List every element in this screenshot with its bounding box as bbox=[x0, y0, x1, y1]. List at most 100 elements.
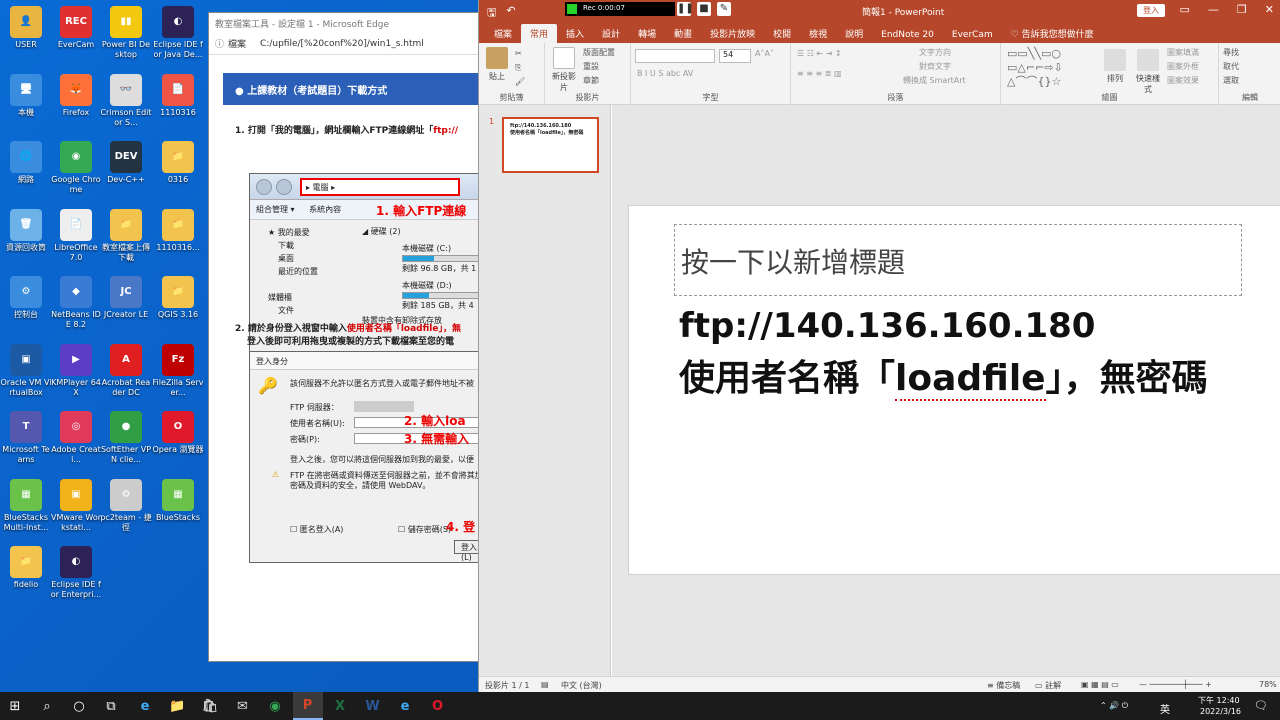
desktop-icon[interactable]: 📁 教室檔案上傳下載 bbox=[100, 208, 152, 263]
find-button[interactable]: 尋找 bbox=[1223, 47, 1239, 58]
desktop-icon[interactable]: ⚙ 控制台 bbox=[0, 276, 52, 320]
edge-address-bar[interactable]: ⓘ 檔案 C:/upfile/[%20conf%20]/win1_s.html bbox=[209, 33, 482, 55]
desktop-icon[interactable]: ● SoftEther VPN clie... bbox=[100, 411, 152, 465]
copy-icon[interactable]: ⎘ bbox=[515, 63, 521, 73]
taskbar-app-icon[interactable]: ✉ bbox=[228, 692, 258, 720]
align-icons[interactable]: ≡ ≡ ≡ ≣ ▥ bbox=[797, 69, 842, 78]
list-icons[interactable]: ☰ ☷ ⇤ ⇥ ↕ bbox=[797, 49, 842, 58]
ribbon-tab[interactable]: 校閱 bbox=[764, 24, 800, 43]
select-button[interactable]: 選取 bbox=[1223, 75, 1239, 86]
font-grow-icon[interactable]: A˄A˅ bbox=[755, 49, 774, 58]
zoom-slider[interactable]: — ───────┼─── + bbox=[1139, 680, 1212, 689]
undo-icon[interactable]: ↶ bbox=[506, 4, 515, 23]
clock-time[interactable]: 下午 12:40 bbox=[1198, 695, 1240, 706]
ribbon-tab[interactable]: 插入 bbox=[557, 24, 593, 43]
section-button[interactable]: 章節 bbox=[583, 75, 599, 86]
slide[interactable]: 按一下以新增標題 ftp://140.136.160.180 使用者名稱「loa… bbox=[628, 205, 1280, 575]
desktop-icon[interactable]: ▣ VMware Workstati... bbox=[50, 478, 102, 533]
format-painter-icon[interactable]: 🖌 bbox=[515, 77, 525, 86]
desktop-icon[interactable]: ⚙ pc2team - 捷徑 bbox=[100, 478, 152, 533]
login-button[interactable]: 登入 bbox=[1137, 4, 1165, 17]
replace-button[interactable]: 取代 bbox=[1223, 61, 1239, 72]
desktop-icon[interactable]: 🗑 資源回收筒 bbox=[0, 208, 52, 253]
desktop-icon[interactable]: ◆ NetBeans IDE 8.2 bbox=[50, 276, 102, 330]
spellcheck-icon[interactable]: ▤ bbox=[541, 680, 549, 689]
comments-button[interactable]: ▭ 註解 bbox=[1035, 680, 1061, 691]
desktop-icon[interactable]: O Opera 瀏覽器 bbox=[152, 411, 204, 455]
desktop-icon[interactable]: ◎ Adobe Creati... bbox=[50, 411, 102, 465]
desktop-icon[interactable]: 📁 QGIS 3.16 bbox=[152, 276, 204, 320]
ime-indicator[interactable]: 英 bbox=[1160, 701, 1170, 716]
system-tray[interactable]: ⌃ 🔊 ⏻ bbox=[1100, 701, 1128, 711]
ribbon-display-icon[interactable]: ▭ bbox=[1180, 3, 1190, 16]
desktop-icon[interactable]: ◐ Eclipse IDE for Java De... bbox=[152, 6, 204, 60]
slide-user-line[interactable]: 使用者名稱「loadfile」，無密碼 bbox=[679, 349, 1208, 401]
taskbar-app-icon[interactable]: P bbox=[292, 692, 323, 720]
taskbar-app-icon[interactable]: e bbox=[390, 692, 420, 720]
shapes-gallery[interactable]: ▭▭╲╲▭○ ▭△⌐⌐⇨⇩ △⌒⌒{}☆ bbox=[1007, 47, 1099, 89]
ribbon-tab[interactable]: 動畫 bbox=[665, 24, 701, 43]
desktop-icon[interactable]: ◐ Eclipse IDE for Enterpri... bbox=[50, 546, 102, 600]
desktop-icon[interactable]: Fz FileZilla Server... bbox=[152, 343, 204, 398]
desktop-icon[interactable]: ▦ BlueStacks bbox=[152, 478, 204, 523]
ribbon-tab[interactable]: 說明 bbox=[836, 24, 872, 43]
info-icon[interactable]: ⓘ bbox=[215, 37, 224, 50]
desktop-icon[interactable]: 🌐 網路 bbox=[0, 141, 52, 185]
desktop-icon[interactable]: 📁 1110316... bbox=[152, 208, 204, 253]
zoom-level[interactable]: 78% bbox=[1259, 680, 1277, 689]
smartart-button[interactable]: 轉換成 SmartArt bbox=[903, 75, 966, 86]
start-button[interactable]: ⊞ bbox=[0, 692, 30, 720]
desktop-icon[interactable]: ▮▮ Power BI Desktop bbox=[100, 6, 152, 60]
desktop-icon[interactable]: 🖥 本機 bbox=[0, 73, 52, 118]
taskbar-app-icon[interactable]: O bbox=[423, 692, 453, 720]
taskbar-app-icon[interactable]: ◉ bbox=[260, 692, 290, 720]
reset-button[interactable]: 重設 bbox=[583, 61, 599, 72]
desktop-icon[interactable]: 🦊 Firefox bbox=[50, 73, 102, 118]
taskbar-app-icon[interactable]: 🛍 bbox=[195, 692, 225, 720]
minimize-icon[interactable]: — bbox=[1208, 3, 1219, 16]
align-text-button[interactable]: 對齊文字 bbox=[919, 61, 951, 72]
maximize-icon[interactable]: ❐ bbox=[1237, 3, 1247, 16]
text-direction-button[interactable]: 文字方向 bbox=[919, 47, 951, 58]
title-placeholder[interactable]: 按一下以新增標題 bbox=[674, 224, 1242, 296]
cut-icon[interactable]: ✂ bbox=[515, 49, 522, 58]
save-icon[interactable]: 🖫 bbox=[487, 4, 496, 23]
notes-button[interactable]: ≡ 備忘稿 bbox=[987, 680, 1020, 691]
ribbon-tab[interactable]: ♡ 告訴我您想做什麼 bbox=[1002, 24, 1103, 43]
address-url[interactable]: C:/upfile/[%20conf%20]/win1_s.html bbox=[260, 39, 424, 49]
desktop-icon[interactable]: 📄 LibreOffice 7.0 bbox=[50, 208, 102, 263]
shape-fill-button[interactable]: 圖案填滿 bbox=[1167, 47, 1199, 58]
quick-styles-button[interactable]: 快速樣式 bbox=[1133, 49, 1163, 95]
stop-icon[interactable]: ■ bbox=[697, 2, 711, 16]
taskbar-app-icon[interactable]: W bbox=[358, 692, 388, 720]
slide-ftp-line[interactable]: ftp://140.136.160.180 bbox=[679, 306, 1095, 346]
taskbar-app-icon[interactable]: 📁 bbox=[163, 692, 193, 720]
task-view-icon[interactable]: ⧉ bbox=[96, 692, 126, 720]
arrange-button[interactable]: 排列 bbox=[1101, 49, 1129, 84]
ribbon-tab[interactable]: 常用 bbox=[521, 24, 558, 43]
desktop-icon[interactable]: ◉ Google Chrome bbox=[50, 141, 102, 195]
ribbon-tab[interactable]: 檔案 bbox=[485, 24, 521, 43]
ribbon-tab[interactable]: EndNote 20 bbox=[872, 27, 943, 43]
pen-icon[interactable]: ✎ bbox=[717, 2, 731, 16]
paste-button[interactable]: 貼上 bbox=[485, 47, 509, 82]
desktop-icon[interactable]: REC EverCam bbox=[50, 6, 102, 50]
desktop-icon[interactable]: ▶ KMPlayer 64X bbox=[50, 343, 102, 398]
ribbon-tab[interactable]: 設計 bbox=[593, 24, 629, 43]
ribbon-tab[interactable]: 檢視 bbox=[800, 24, 836, 43]
desktop-icon[interactable]: 📁 0316 bbox=[152, 141, 204, 185]
desktop-icon[interactable]: ▦ BlueStacks Multi-Inst... bbox=[0, 478, 52, 533]
taskbar-app-icon[interactable]: e bbox=[130, 692, 160, 720]
desktop-icon[interactable]: 📁 fidelio bbox=[0, 546, 52, 590]
cortana-icon[interactable]: ○ bbox=[64, 692, 94, 720]
layout-button[interactable]: 版面配置 bbox=[583, 47, 615, 58]
shape-outline-button[interactable]: 圖案外框 bbox=[1167, 61, 1199, 72]
desktop-icon[interactable]: T Microsoft Teams bbox=[0, 411, 52, 465]
new-slide-button[interactable]: 新投影片 bbox=[549, 47, 579, 93]
desktop-icon[interactable]: A Acrobat Reader DC bbox=[100, 343, 152, 398]
desktop-icon[interactable]: 👤 USER bbox=[0, 6, 52, 50]
pause-icon[interactable]: ❚❚ bbox=[677, 2, 694, 16]
desktop-icon[interactable]: JC JCreator LE bbox=[100, 276, 152, 320]
ribbon-tab[interactable]: 投影片放映 bbox=[701, 24, 764, 43]
taskbar-app-icon[interactable]: X bbox=[325, 692, 355, 720]
